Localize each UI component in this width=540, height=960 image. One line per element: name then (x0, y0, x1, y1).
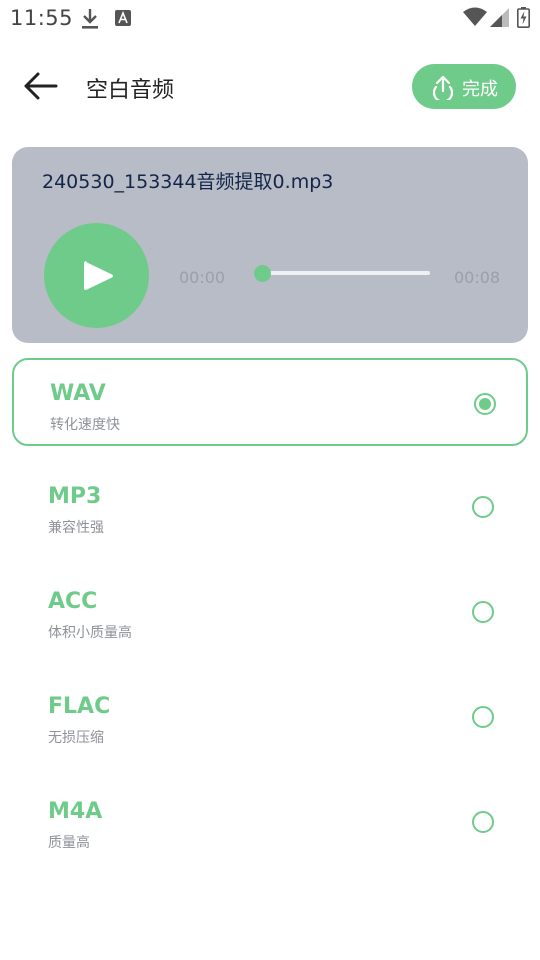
format-name: ACC (48, 589, 98, 614)
format-description: 转化速度快 (50, 417, 120, 433)
back-button[interactable] (18, 66, 62, 106)
status-time: 11:55 (10, 6, 74, 30)
format-option-m4a[interactable]: M4A 质量高 (12, 778, 528, 866)
done-button[interactable]: 完成 (412, 64, 516, 109)
format-option-wav[interactable]: WAV 转化速度快 (12, 358, 528, 446)
seek-thumb[interactable] (253, 265, 271, 282)
arrow-left-icon (24, 72, 58, 100)
battery-charging-icon (517, 7, 530, 28)
format-radio[interactable] (472, 601, 494, 623)
file-name: 240530_153344音频提取0.mp3 (42, 171, 334, 193)
download-icon (82, 9, 98, 29)
done-button-label: 完成 (462, 79, 498, 100)
seek-bar[interactable] (262, 271, 430, 275)
format-name: FLAC (48, 694, 111, 719)
format-option-acc[interactable]: ACC 体积小质量高 (12, 568, 528, 656)
format-description: 兼容性强 (48, 520, 104, 536)
signal-icon (490, 8, 509, 27)
audio-player-card: 240530_153344音频提取0.mp3 00:00 00:08 (12, 147, 528, 343)
status-bar: 11:55 (0, 0, 540, 36)
format-option-mp3[interactable]: MP3 兼容性强 (12, 463, 528, 551)
page-title: 空白音频 (86, 78, 175, 103)
wifi-icon (463, 7, 487, 26)
play-button[interactable] (44, 223, 149, 328)
format-option-flac[interactable]: FLAC 无损压缩 (12, 673, 528, 761)
total-time: 00:08 (454, 268, 501, 287)
play-icon (84, 261, 113, 290)
format-description: 无损压缩 (48, 730, 104, 746)
a-badge-icon (115, 10, 131, 26)
format-description: 体积小质量高 (48, 625, 132, 641)
format-radio[interactable] (474, 393, 496, 415)
radio-dot (479, 398, 491, 410)
format-radio[interactable] (472, 706, 494, 728)
current-time: 00:00 (179, 268, 226, 287)
upload-icon (432, 75, 454, 100)
format-name: M4A (48, 799, 103, 824)
format-radio[interactable] (472, 496, 494, 518)
format-radio[interactable] (472, 811, 494, 833)
format-name: WAV (50, 381, 106, 406)
format-name: MP3 (48, 484, 102, 509)
format-description: 质量高 (48, 835, 90, 851)
